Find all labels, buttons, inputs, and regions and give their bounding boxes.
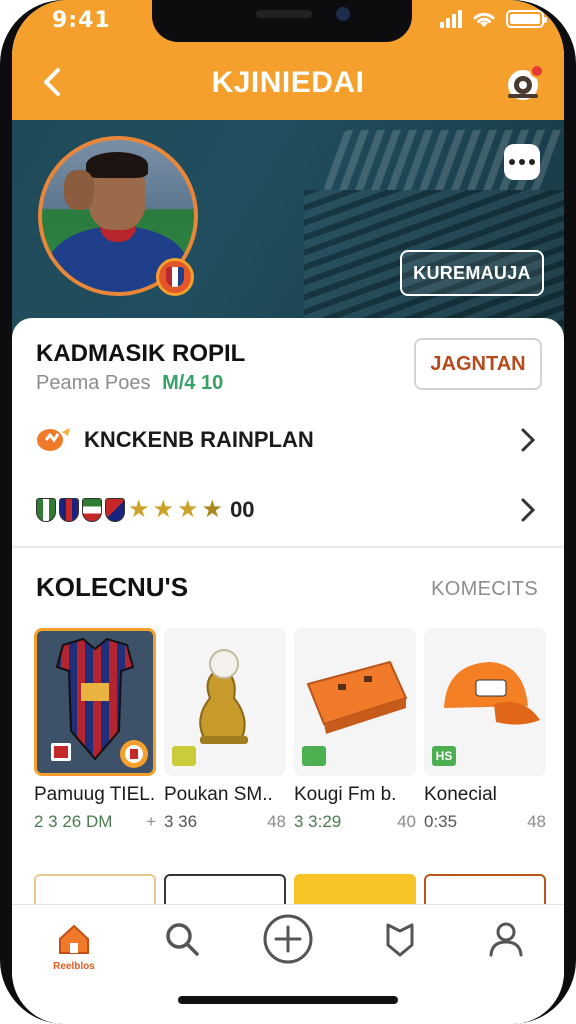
search-icon [166,923,199,956]
shield-icon [386,923,414,957]
notification-button[interactable] [500,60,546,106]
profile-hero: KUREMAUJA [12,120,564,340]
collection-title: KOLECNU'S [36,572,189,602]
item-thumbnail: HS [424,628,546,776]
device-notch [152,0,412,42]
badges-row[interactable]: ★ ★ ★ ★ 00 [12,480,564,540]
item-tag [302,746,326,766]
item-name: Poukan SM.. [164,784,273,805]
home-icon [59,924,89,954]
item-name: Konecial [424,784,497,805]
collection-item[interactable]: Poukan SM.. 3 36 48 [164,628,286,838]
item-thumbnail [294,628,416,776]
star-icon: ★ [177,496,199,523]
tab-club[interactable] [360,919,440,979]
phone-frame: 9:41 KJINIEDAI KUREMAUJA KADMASIK ROPIL … [0,0,576,1024]
collection-grid: Pamuug TIEL. 2 3 26 DM + Poukan SM.. 3 3… [34,628,546,848]
nav-bar: KJINIEDAI [12,44,564,120]
item-name: Pamuug TIEL. [34,784,156,805]
speaker-grille [256,10,312,18]
app-screen: 9:41 KJINIEDAI KUREMAUJA KADMASIK ROPIL … [12,0,564,1024]
item-tag [172,746,196,766]
tab-add[interactable] [248,914,328,979]
ranking-row[interactable]: KNCKENB RAINPLAN [12,410,564,470]
follow-button[interactable]: JAGNTAN [414,338,542,390]
tab-home[interactable]: Reelblos [34,919,114,979]
signal-icon [440,10,462,28]
star-icon: ★ [201,496,224,523]
profile-card: KADMASIK ROPIL Peama Poes M/4 10 JAGNTAN… [12,318,564,548]
item-price: 3 36 [164,812,198,831]
notification-badge [530,64,544,78]
item-extra: 48 [267,812,286,831]
item-meta: 3 36 48 [164,812,286,832]
item-meta: 2 3 26 DM + [34,812,156,832]
user-icon [489,922,523,957]
status-time: 9:41 [52,8,111,33]
item-extra: 48 [527,812,546,831]
shield-icon [105,498,125,522]
item-extra: 40 [397,812,416,831]
tab-bar: Reelblos [12,904,564,1024]
shield-icon [36,498,56,522]
front-camera [336,7,350,21]
hero-action-button[interactable]: KUREMAUJA [400,250,544,296]
collection-item[interactable]: Kougi Fm b. 3 3:29 40 [294,628,416,838]
badge-count: 00 [230,497,255,522]
profile-stat: M/4 10 [162,372,224,394]
more-button[interactable] [504,144,540,180]
club-crest-icon [156,258,194,296]
see-all-link[interactable]: KOMECITS [431,578,538,601]
profile-subtitle: Peama Poes M/4 10 [36,372,223,395]
item-thumbnail [34,628,156,776]
item-meta: 0:35 48 [424,812,546,832]
collection-item[interactable]: HS Konecial 0:35 48 [424,628,546,838]
shield-icon [59,498,79,522]
item-price: 0:35 [424,812,458,831]
home-indicator[interactable] [178,996,398,1004]
collection-item[interactable]: Pamuug TIEL. 2 3 26 DM + [34,628,156,838]
item-meta: 3 3:29 40 [294,812,416,832]
item-thumbnail [164,628,286,776]
tab-home-label: Reelblos [53,961,95,972]
trophy-icon [36,426,72,454]
badge-list: ★ ★ ★ ★ 00 [36,497,255,523]
item-extra: + [146,812,156,831]
item-price: 3 3:29 [294,812,342,831]
more-dots-icon [509,159,515,165]
star-icon: ★ [128,496,150,523]
page-title: KJINIEDAI [211,66,365,99]
item-price: 2 3 26 DM [34,812,113,831]
ranking-label: KNCKENB RAINPLAN [84,427,314,452]
shield-icon [82,498,102,522]
star-icon: ★ [152,496,175,523]
chevron-right-icon [521,428,536,452]
item-tag: HS [432,746,456,766]
section-divider [12,546,564,548]
battery-icon [506,10,547,28]
wifi-icon [473,12,495,27]
status-bar: 9:41 [12,0,564,44]
tab-profile[interactable] [466,919,546,979]
club-crest-icon [120,740,148,768]
chevron-right-icon [521,498,536,522]
add-circle-icon [263,914,313,964]
status-icons [440,10,547,28]
profile-name: KADMASIK ROPIL [36,340,246,367]
tab-search[interactable] [142,919,222,979]
item-name: Kougi Fm b. [294,784,397,805]
profile-position: Peama Poes [36,372,151,394]
